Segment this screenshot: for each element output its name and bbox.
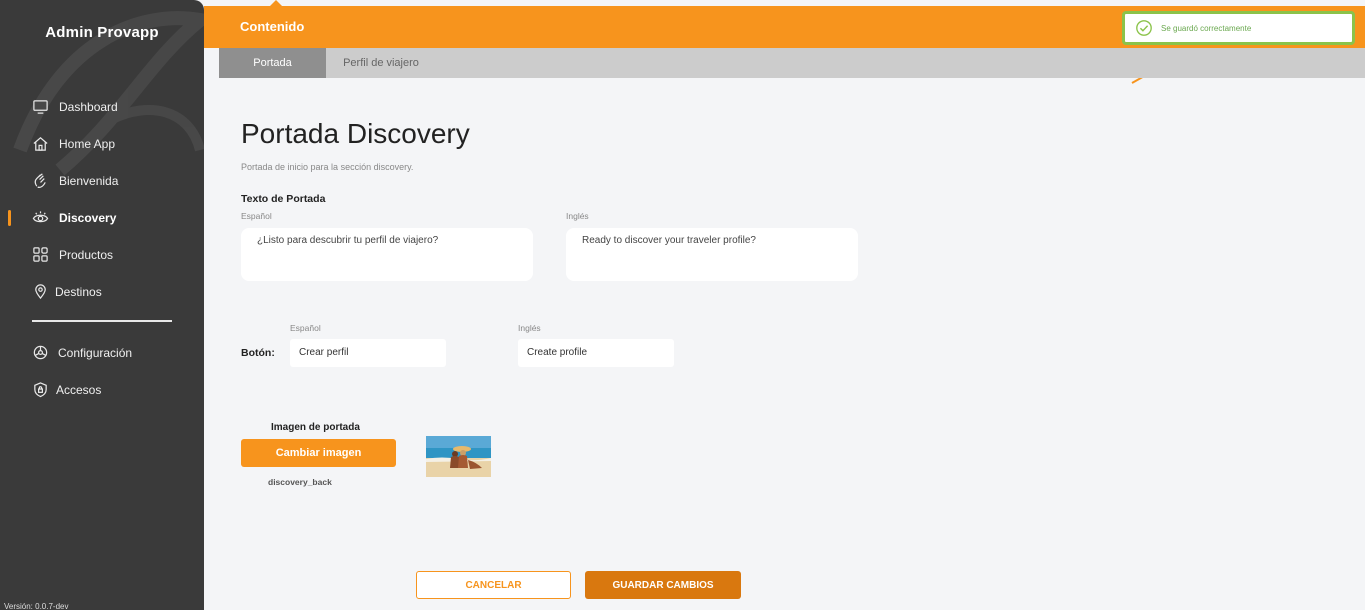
home-icon bbox=[32, 135, 49, 152]
sidebar: Admin Provapp Dashboard Home App Bienven… bbox=[0, 0, 204, 610]
sidebar-item-dashboard[interactable]: Dashboard bbox=[0, 88, 204, 125]
cover-text-es-label: Español bbox=[241, 211, 272, 221]
app-title: Admin Provapp bbox=[45, 24, 159, 41]
sidebar-item-bienvenida[interactable]: Bienvenida bbox=[0, 162, 204, 199]
cover-image-thumbnail bbox=[426, 436, 491, 477]
page-subtitle: Portada de inicio para la sección discov… bbox=[241, 162, 414, 172]
button-text-es-label: Español bbox=[290, 323, 321, 333]
sidebar-divider bbox=[32, 320, 172, 322]
cover-text-en-field[interactable]: Ready to discover your traveler profile? bbox=[566, 228, 858, 281]
eye-icon bbox=[32, 209, 49, 226]
cover-image-title: Imagen de portada bbox=[271, 422, 360, 433]
shield-icon bbox=[32, 381, 49, 398]
save-changes-button[interactable]: GUARDAR CAMBIOS bbox=[585, 571, 741, 599]
sidebar-item-accesos[interactable]: Accesos bbox=[0, 371, 204, 408]
cancel-button[interactable]: CANCELAR bbox=[416, 571, 571, 599]
version-label: Versión: 0.0.7-dev bbox=[4, 602, 69, 610]
sidebar-item-label: Dashboard bbox=[59, 99, 118, 114]
tab-portada[interactable]: Portada bbox=[219, 48, 326, 78]
tab-perfil-de-viajero[interactable]: Perfil de viajero bbox=[326, 48, 436, 78]
gear-icon bbox=[32, 344, 49, 361]
sidebar-item-label: Configuración bbox=[58, 345, 133, 360]
monitor-icon bbox=[32, 98, 49, 115]
sidebar-nav: Dashboard Home App Bienvenida Discovery bbox=[0, 88, 204, 310]
success-toast: Se guardó correctamente bbox=[1122, 11, 1355, 45]
sidebar-item-discovery[interactable]: Discovery bbox=[0, 199, 204, 236]
sidebar-item-label: Accesos bbox=[56, 382, 102, 397]
toast-message: Se guardó correctamente bbox=[1161, 23, 1252, 33]
cover-image-filename: discovery_back bbox=[268, 477, 332, 487]
sidebar-item-label: Discovery bbox=[59, 210, 117, 225]
button-text-es-field[interactable]: Crear perfil bbox=[290, 339, 446, 367]
wave-hand-icon bbox=[32, 172, 49, 189]
beach-image-icon bbox=[426, 436, 491, 477]
header-title: Contenido bbox=[240, 19, 305, 34]
change-image-button[interactable]: Cambiar imagen bbox=[241, 439, 396, 467]
sidebar-item-label: Home App bbox=[59, 136, 116, 151]
page-title: Portada Discovery bbox=[241, 118, 470, 149]
sidebar-item-label: Destinos bbox=[55, 284, 102, 299]
sidebar-item-home-app[interactable]: Home App bbox=[0, 125, 204, 162]
sidebar-item-destinos[interactable]: Destinos bbox=[0, 273, 204, 310]
header-notch bbox=[270, 0, 282, 6]
cover-text-section-title: Texto de Portada bbox=[241, 193, 326, 205]
button-text-en-field[interactable]: Create profile bbox=[518, 339, 674, 367]
sidebar-item-configuracion[interactable]: Configuración bbox=[0, 334, 204, 371]
check-circle-icon bbox=[1136, 20, 1152, 36]
app-root: Admin Provapp Dashboard Home App Bienven… bbox=[0, 0, 1365, 610]
cover-text-en-label: Inglés bbox=[566, 211, 589, 221]
button-text-en-label: Inglés bbox=[518, 323, 541, 333]
grid-icon bbox=[32, 246, 49, 263]
sidebar-item-label: Productos bbox=[59, 247, 114, 262]
sidebar-nav-secondary: Configuración Accesos bbox=[0, 334, 204, 408]
cover-text-es-field[interactable]: ¿Listo para descubrir tu perfil de viaje… bbox=[241, 228, 533, 281]
sidebar-item-productos[interactable]: Productos bbox=[0, 236, 204, 273]
location-pin-icon bbox=[32, 283, 49, 300]
button-text-label: Botón: bbox=[241, 347, 275, 359]
tab-bar: Portada Perfil de viajero bbox=[219, 48, 1365, 78]
sidebar-item-label: Bienvenida bbox=[59, 173, 119, 188]
